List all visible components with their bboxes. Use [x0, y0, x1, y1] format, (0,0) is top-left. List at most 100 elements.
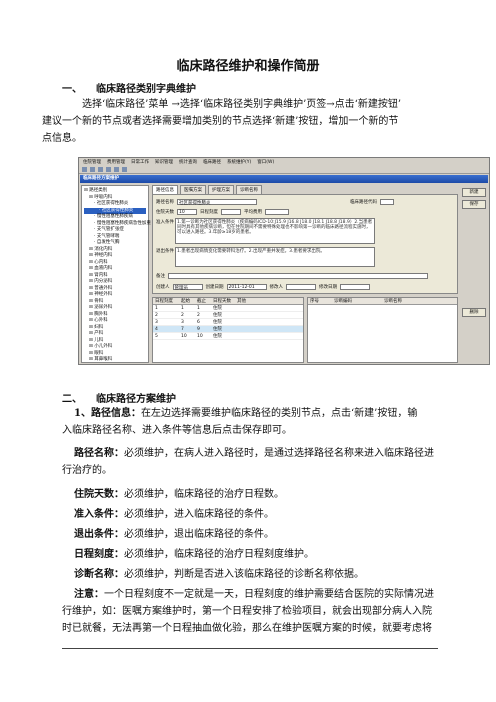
schedule-grid[interactable]: 日程刻度 起始 截止 日程天数 其他 1 1 1 住院 2 2 2 住院 3 3 6 住院 4 7 9 住院 5… [152, 297, 304, 363]
section-2-number: 二、 [62, 394, 82, 405]
item-label: 日程刻度： [74, 549, 124, 560]
menu-item[interactable]: 知识管理 [155, 159, 173, 165]
item-path-name: 路径名称：必须维护，在病人进入路径时，是通过选择路径名称来进入临床路径进 行治疗… [62, 445, 438, 479]
table-cell: 3 [181, 319, 184, 325]
column-header: 起始 [181, 299, 190, 304]
note-paragraph: 注意：一个日程刻度不一定就是一天，日程刻度的维护需要结合医院的实际情况进 行维护… [62, 586, 438, 637]
table-cell: 住院 [213, 320, 222, 325]
table-row[interactable]: 1 1 1 住院 [153, 305, 303, 312]
column-header: 序号 [310, 299, 319, 304]
table-cell: 10 [181, 333, 187, 339]
window-title: 临床路径方案维护 [80, 175, 488, 183]
days-field[interactable]: 10 [177, 208, 197, 215]
modify-date-field[interactable] [340, 283, 370, 290]
item-enter: 准入条件：必须维护，进入临床路径的条件。 [74, 506, 438, 523]
column-header: 诊断编码 [334, 299, 352, 304]
menu-item[interactable]: 统计查询 [179, 159, 197, 165]
table-cell: 9 [197, 326, 200, 332]
form-row: 住院天数 10 日程刻度 平均费用 [156, 208, 289, 215]
save-button[interactable]: 保存 [462, 200, 486, 209]
scale-field[interactable] [221, 208, 241, 215]
item-text: 行治疗的。 [62, 465, 112, 476]
section-1-text: 临床路径类别字典维护 [96, 84, 196, 95]
table-row[interactable]: 2 2 2 住院 [153, 312, 303, 319]
document-page: 临床路径维护和操作简册 一、 临床路径类别字典维护 选择‘临床路径’菜单 →选择‘… [0, 0, 496, 702]
menu-item[interactable]: 费用管理 [107, 159, 125, 165]
column-header: 截止 [197, 299, 206, 304]
form-row: 创建人 管理员 创建日期 2011-12-01 修改人 修改日期 [156, 283, 370, 291]
days-label: 住院天数 [156, 209, 174, 215]
remark-label: 备注 [156, 273, 165, 279]
item-text: 必须维护，在病人进入路径时，是通过选择路径名称来进入临床路径进 [124, 448, 434, 459]
section-2-heading: 二、 临床路径方案维护 [62, 390, 176, 405]
footer-rule [62, 648, 438, 649]
column-header: 其他 [237, 299, 246, 304]
section-1-heading: 一、 临床路径类别字典维护 [62, 80, 196, 95]
icd-field[interactable] [380, 198, 394, 205]
table-cell: 2 [181, 312, 184, 318]
path-name-field[interactable]: 社区获得性肺炎 [177, 198, 257, 206]
delete-button[interactable]: 删除 [462, 308, 486, 317]
menu-item[interactable]: 临床路径 [203, 159, 221, 165]
column-header: 诊断名称 [384, 299, 402, 304]
menu-item[interactable]: 系统维护(Y) [227, 159, 251, 165]
intro-line: 选择‘临床路径’菜单 →选择‘临床路径类别字典维护’页签→点击‘新建按钮’ [82, 99, 402, 110]
exit-label: 退出条件 [156, 249, 174, 254]
tree-node[interactable]: ⊟ 耳鼻喉科 [84, 357, 146, 364]
menu-item[interactable]: 日常工作 [131, 159, 149, 165]
enter-condition-field[interactable]: 1.第一诊断为社区获得性肺炎（疾病编码ICD-10:J15.9 J16.8 J1… [175, 218, 375, 244]
toolbar-icon[interactable] [106, 167, 111, 172]
column-header: 日程天数 [213, 299, 231, 304]
creator-field[interactable]: 管理员 [172, 283, 203, 291]
table-cell: 2 [155, 312, 158, 318]
app-menubar: 住院管理 费用管理 日常工作 知识管理 统计查询 临床路径 系统维护(Y) 窗口… [79, 158, 489, 166]
avg-cost-field[interactable] [265, 208, 289, 215]
toolbar-icon[interactable] [114, 167, 119, 172]
new-button[interactable]: 新建 [462, 188, 486, 197]
table-row[interactable]: 5 10 10 住院 [153, 333, 303, 340]
toolbar-icon[interactable] [90, 167, 95, 172]
menu-item[interactable]: 住院管理 [83, 159, 101, 165]
item-text: 必须维护，判断是否进入该临床路径的诊断名称依据。 [124, 569, 364, 580]
exit-condition-field[interactable]: 1.患者出现病情变化需要转科治疗。2.出现严重并发症。3.患者要求出院。 [175, 247, 375, 267]
note-text: 时已就餐，无法再第一个日程抽血做化验，那么在维护医嘱方案的时候，就要考虑将 [62, 623, 432, 634]
document-title: 临床路径维护和操作简册 [176, 59, 320, 74]
category-tree[interactable]: ⊟ 路径类别 ⊟ 呼吸内科 · 社区获得性肺炎 · 社区获得性肺炎 · 慢性阻塞性肺疾病… [81, 185, 151, 364]
item-diagnosis: 诊断名称：必须维护，判断是否进入该临床路径的诊断名称依据。 [74, 566, 438, 583]
item-text: 入临床路径名称、进入条件等信息后点击保存即可。 [62, 425, 292, 436]
intro-line: 点信息。 [42, 133, 82, 144]
toolbar-icon[interactable] [98, 167, 103, 172]
enter-label: 准入条件 [156, 220, 174, 225]
section-2-text: 临床路径方案维护 [96, 394, 176, 405]
item-days: 住院天数：必须维护，临床路径的治疗日程数。 [74, 486, 438, 503]
diagnosis-grid[interactable]: 序号 诊断编码 诊断名称 [307, 297, 458, 363]
item-text: 必须维护，临床路径的治疗日程刻度维护。 [124, 549, 314, 560]
schedule-grid-body: 1 1 1 住院 2 2 2 住院 3 3 6 住院 4 7 9 住院 5 10 10 住院 [153, 305, 303, 340]
toolbar-icon[interactable] [82, 167, 87, 172]
table-row[interactable]: 4 7 9 住院 [153, 326, 303, 333]
remark-field[interactable] [168, 272, 428, 279]
item-label: 退出条件： [74, 529, 124, 540]
scale-label: 日程刻度 [200, 209, 218, 215]
table-cell: 住院 [213, 334, 222, 339]
item-scale: 日程刻度：必须维护，临床路径的治疗日程刻度维护。 [74, 546, 438, 563]
modifier-field[interactable] [286, 283, 316, 290]
item-label: 1、路径信息： [74, 408, 141, 419]
note-text: 行维护，如：医嘱方案维护时，第一个日程安排了检验项目，就会出现部分病人入院 [62, 606, 432, 617]
item-label: 路径名称： [74, 448, 124, 459]
table-cell: 1 [181, 305, 184, 311]
path-name-label: 路径名称 [156, 199, 174, 205]
icd-label: 临床路径代码 [350, 199, 377, 205]
avg-cost-label: 平均费用 [244, 209, 262, 215]
toolbar-icon[interactable] [122, 167, 127, 172]
table-cell: 住院 [213, 313, 222, 318]
item-exit: 退出条件：必须维护，退出临床路径的条件。 [74, 526, 438, 543]
menu-item[interactable]: 窗口(W) [257, 159, 274, 165]
table-cell: 住院 [213, 327, 222, 332]
table-cell: 7 [181, 326, 184, 332]
date-field[interactable]: 2011-12-01 [226, 283, 267, 290]
embedded-screenshot: 住院管理 费用管理 日常工作 知识管理 统计查询 临床路径 系统维护(Y) 窗口… [78, 157, 490, 365]
note-text: 一个日程刻度不一定就是一天，日程刻度的维护需要结合医院的实际情况进 [104, 589, 434, 600]
table-row[interactable]: 3 3 6 住院 [153, 319, 303, 326]
schedule-grid-header: 日程刻度 起始 截止 日程天数 其他 [153, 298, 303, 305]
